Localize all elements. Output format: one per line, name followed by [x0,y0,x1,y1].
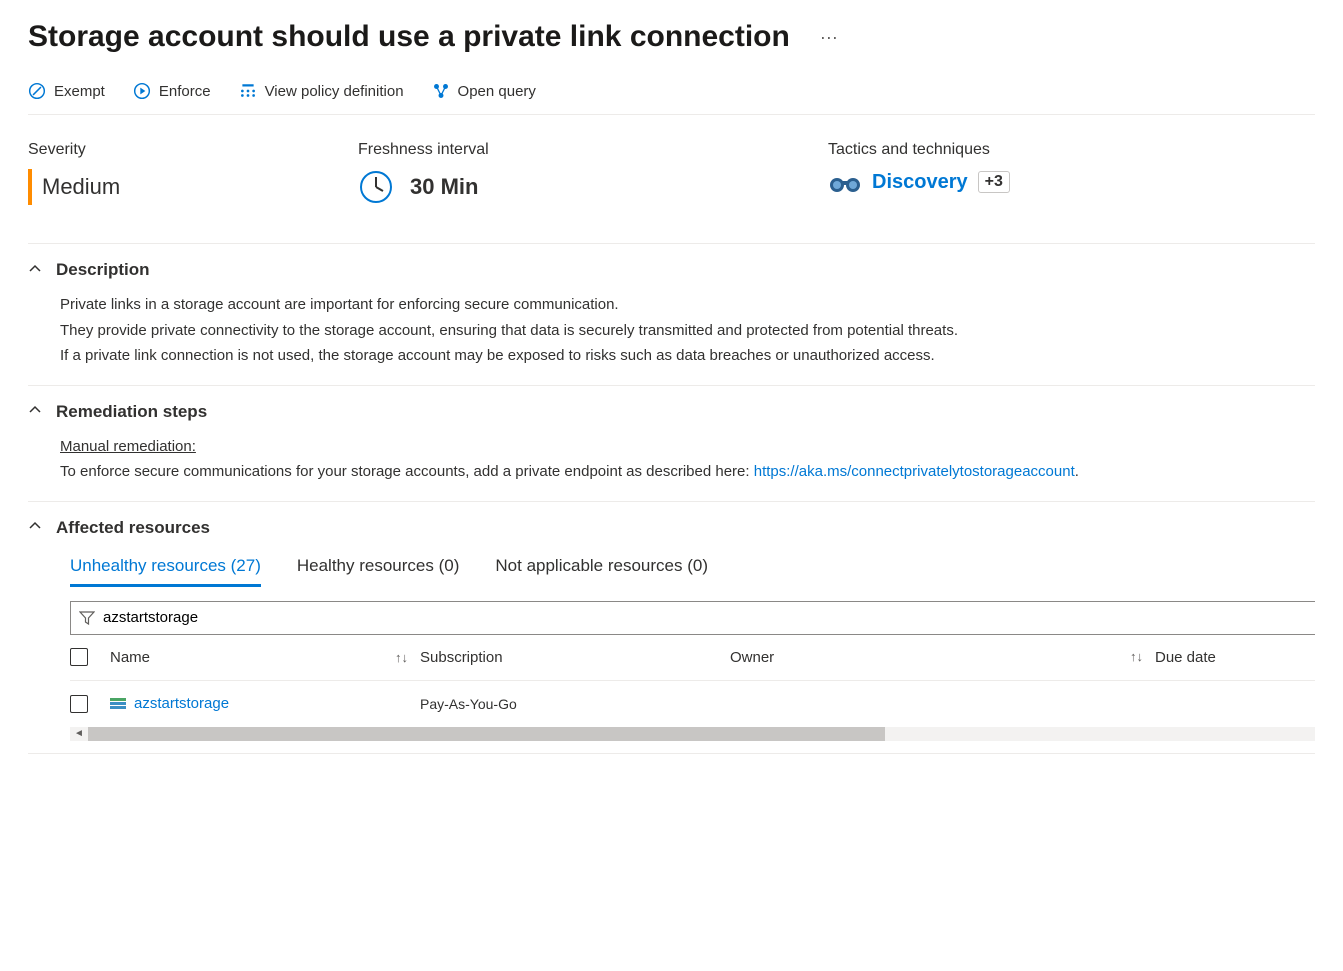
freshness-block: Freshness interval 30 Min [358,141,828,205]
open-query-button[interactable]: Open query [432,82,536,100]
storage-account-icon [110,698,126,710]
remediation-body: Manual remediation: To enforce secure co… [28,434,1315,485]
select-all-checkbox[interactable] [70,648,88,666]
tab-not-applicable[interactable]: Not applicable resources (0) [495,556,708,587]
affected-title: Affected resources [56,518,210,538]
remediation-section: Remediation steps Manual remediation: To… [28,386,1315,502]
tactics-block: Tactics and techniques Discovery +3 [828,141,1010,205]
column-due-label: Due date [1155,649,1216,666]
severity-block: Severity Medium [28,141,358,205]
affected-toggle[interactable]: Affected resources [28,518,1315,538]
chevron-up-icon [28,262,42,279]
resource-link[interactable]: azstartstorage [134,695,229,712]
severity-value: Medium [42,174,120,200]
view-policy-button[interactable]: View policy definition [239,82,404,100]
freshness-label: Freshness interval [358,141,828,159]
enforce-button[interactable]: Enforce [133,82,211,100]
toolbar: Exempt Enforce View policy definition Op… [28,82,1315,115]
chevron-up-icon [28,403,42,420]
table-row[interactable]: azstartstorage Pay-As-You-Go [70,681,1315,727]
column-owner-label: Owner [730,649,774,666]
description-title: Description [56,260,150,280]
description-line: They provide private connectivity to the… [60,318,1315,344]
row-subscription: Pay-As-You-Go [420,696,730,712]
tactics-link[interactable]: Discovery [872,171,968,194]
open-query-label: Open query [458,83,536,100]
page-title: Storage account should use a private lin… [28,20,790,54]
scrollbar-thumb[interactable] [88,727,885,741]
remediation-link[interactable]: https://aka.ms/connectprivatelytostorage… [754,463,1075,480]
description-line: If a private link connection is not used… [60,343,1315,369]
filter-input[interactable] [103,609,1307,626]
sort-icon: ↑↓ [1130,649,1143,664]
exempt-button[interactable]: Exempt [28,82,105,100]
column-header-due-date[interactable]: Due date [1155,649,1315,666]
binoculars-icon [828,169,862,195]
severity-bar-icon [28,169,32,205]
freshness-value: 30 Min [410,174,478,200]
remediation-subtitle: Manual remediation: [60,434,1315,460]
resource-tabs: Unhealthy resources (27) Healthy resourc… [28,556,1315,587]
enforce-icon [133,82,151,100]
description-section: Description Private links in a storage a… [28,244,1315,386]
query-icon [432,82,450,100]
table-header: Name ↑↓ Subscription Owner ↑↓ Due date [70,635,1315,681]
horizontal-scrollbar[interactable]: ◄ [70,727,1315,741]
tactics-more-badge[interactable]: +3 [978,171,1010,193]
remediation-toggle[interactable]: Remediation steps [28,402,1315,422]
exempt-label: Exempt [54,83,105,100]
tactics-label: Tactics and techniques [828,141,1010,159]
clock-icon [358,169,394,205]
chevron-up-icon [28,519,42,536]
view-policy-label: View policy definition [265,83,404,100]
column-header-subscription[interactable]: Subscription [420,649,730,666]
affected-section: Affected resources Unhealthy resources (… [28,502,1315,745]
description-line: Private links in a storage account are i… [60,292,1315,318]
filter-input-wrap [70,601,1315,635]
column-header-owner[interactable]: Owner ↑↓ [730,649,1155,666]
enforce-label: Enforce [159,83,211,100]
exempt-icon [28,82,46,100]
description-toggle[interactable]: Description [28,260,1315,280]
tab-healthy[interactable]: Healthy resources (0) [297,556,460,587]
tab-unhealthy[interactable]: Unhealthy resources (27) [70,556,261,587]
remediation-text: To enforce secure communications for you… [60,463,754,480]
column-name-label: Name [110,649,150,666]
scroll-left-icon[interactable]: ◄ [70,727,88,741]
remediation-title: Remediation steps [56,402,207,422]
description-body: Private links in a storage account are i… [28,292,1315,369]
resources-table: Name ↑↓ Subscription Owner ↑↓ Due date [28,635,1315,727]
more-actions-icon[interactable]: ··· [820,27,838,48]
column-subscription-label: Subscription [420,649,503,666]
column-header-name[interactable]: Name ↑↓ [110,649,420,666]
remediation-period: . [1075,463,1079,480]
filter-icon [79,610,95,626]
info-row: Severity Medium Freshness interval 30 Mi… [28,115,1315,244]
severity-label: Severity [28,141,358,159]
row-checkbox[interactable] [70,695,88,713]
policy-icon [239,82,257,100]
sort-icon: ↑↓ [395,650,408,665]
